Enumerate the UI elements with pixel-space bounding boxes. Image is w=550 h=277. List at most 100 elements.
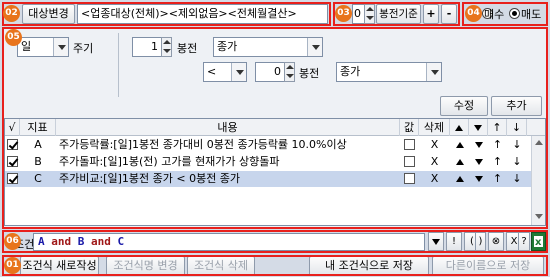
table-row[interactable]: B 주가돌파:[일]1봉(전) 고가를 현재가가 상향돌파 X ↑ ↓ bbox=[5, 154, 532, 170]
table-header: √ 지표 내용 값 삭제 ↑ ↓ bbox=[5, 119, 545, 136]
row-checkbox[interactable] bbox=[7, 173, 18, 184]
panel-divider bbox=[118, 33, 119, 97]
cycle-label: 주기 bbox=[73, 42, 94, 55]
period-select[interactable]: 일 bbox=[17, 37, 69, 57]
plus-button[interactable]: + bbox=[423, 4, 439, 24]
clear-circle-button[interactable]: ⊗ bbox=[488, 232, 504, 251]
row-move-top-button[interactable] bbox=[450, 137, 469, 153]
formula-token: A bbox=[38, 235, 45, 248]
badge-04: 04 bbox=[465, 5, 482, 22]
move-bottom-icon bbox=[474, 159, 483, 165]
new-condition-button[interactable]: 조건식 새로작성 bbox=[20, 256, 99, 276]
condition-table: √ 지표 내용 값 삭제 ↑ ↓ A 주가등락률:[일]1봉전 종가대비 0봉전… bbox=[4, 118, 546, 226]
move-bottom-icon bbox=[474, 142, 483, 148]
row-content: 주가비교:[일]1봉전 종가 < 0봉전 종가 bbox=[59, 172, 241, 185]
chevron-down-icon bbox=[307, 38, 322, 56]
save-my-condition-button[interactable]: 내 조건식으로 저장 bbox=[309, 256, 429, 276]
operator-select[interactable]: < bbox=[203, 62, 247, 82]
move-top-icon bbox=[455, 159, 464, 165]
scroll-down-arrow-icon[interactable] bbox=[535, 214, 543, 219]
row-value-checkbox[interactable] bbox=[404, 156, 415, 167]
col-content: 내용 bbox=[56, 119, 400, 136]
n-bong2-spinner[interactable] bbox=[284, 62, 295, 82]
row-move-down-button[interactable]: ↓ bbox=[507, 137, 527, 153]
row-content: 주가돌파:[일]1봉(전) 고가를 현재가가 상향돌파 bbox=[59, 155, 280, 168]
row-id: A bbox=[34, 138, 42, 151]
n-bong2-value: 0 bbox=[274, 65, 281, 78]
col-indicator: 지표 bbox=[20, 119, 56, 136]
n-bong-value: 1 bbox=[151, 40, 158, 53]
excel-x-mark: x bbox=[535, 237, 542, 248]
save-as-button[interactable]: 다른이름으로 저장 bbox=[432, 256, 544, 276]
chevron-down-icon bbox=[432, 239, 440, 245]
formula-token: C bbox=[117, 235, 125, 248]
n-bong2-input[interactable]: 0 bbox=[255, 62, 285, 82]
row-move-top-button[interactable] bbox=[450, 154, 469, 170]
chevron-down-icon bbox=[231, 63, 246, 81]
row-move-bottom-button[interactable] bbox=[469, 154, 488, 170]
target-change-button[interactable]: 대상변경 bbox=[22, 4, 75, 24]
bong-count-spinner[interactable] bbox=[364, 4, 375, 24]
badge-06: 06 bbox=[4, 233, 21, 250]
close-paren-button[interactable]: ) bbox=[475, 232, 486, 251]
price2-value: 종가 bbox=[340, 65, 361, 78]
price2-select[interactable]: 종가 bbox=[336, 62, 442, 82]
sell-label: 매도 bbox=[521, 8, 542, 21]
bong-base-button[interactable]: 봉전기준 bbox=[376, 4, 421, 24]
move-top-icon bbox=[455, 142, 464, 148]
not-button[interactable]: ! bbox=[446, 232, 462, 251]
row-move-up-button[interactable]: ↑ bbox=[488, 171, 507, 187]
help-button[interactable]: ? bbox=[518, 232, 530, 251]
add-button[interactable]: 추가 bbox=[491, 96, 542, 116]
minus-button[interactable]: - bbox=[441, 4, 457, 24]
row-id: C bbox=[34, 172, 42, 185]
target-text-field[interactable]: <업종대상(전체)><제외없음><전체월결산> bbox=[77, 4, 328, 24]
col-move-down: ↓ bbox=[507, 119, 527, 136]
table-row[interactable]: A 주가등락률:[일]1봉전 종가대비 0봉전 종가등락률 10.0%이상 X … bbox=[5, 137, 532, 153]
row-value-checkbox[interactable] bbox=[404, 173, 415, 184]
row-move-down-button[interactable]: ↓ bbox=[507, 171, 527, 187]
bong2-label: 봉전 bbox=[299, 67, 320, 80]
modify-button[interactable]: 수정 bbox=[440, 96, 488, 116]
badge-03: 03 bbox=[335, 5, 352, 22]
row-move-top-button[interactable] bbox=[450, 171, 469, 187]
formula-input[interactable]: A and B and C bbox=[33, 233, 425, 251]
row-delete-button[interactable]: X bbox=[419, 154, 450, 170]
row-move-bottom-button[interactable] bbox=[469, 171, 488, 187]
move-bottom-icon bbox=[474, 176, 483, 182]
target-text: <업종대상(전체)><제외없음><전체월결산> bbox=[81, 7, 297, 20]
row-value-checkbox[interactable] bbox=[404, 139, 415, 150]
chevron-down-icon bbox=[426, 63, 441, 81]
col-check: √ bbox=[5, 119, 20, 136]
badge-01: 01 bbox=[4, 257, 21, 274]
excel-icon[interactable]: x bbox=[531, 232, 546, 251]
move-top-icon bbox=[455, 176, 464, 182]
sell-radio[interactable] bbox=[509, 8, 520, 19]
n-bong-spinner[interactable] bbox=[161, 37, 172, 57]
col-move-top bbox=[450, 119, 469, 136]
bong-label: 봉전 bbox=[177, 42, 198, 55]
rename-condition-button[interactable]: 조건식명 변경 bbox=[106, 256, 185, 276]
table-row-selected[interactable]: C 주가비교:[일]1봉전 종가 < 0봉전 종가 X ↑ ↓ bbox=[5, 171, 532, 187]
row-move-down-button[interactable]: ↓ bbox=[507, 154, 527, 170]
price-select[interactable]: 종가 bbox=[213, 37, 323, 57]
row-delete-button[interactable]: X bbox=[419, 137, 450, 153]
move-bottom-icon bbox=[474, 125, 482, 131]
price-value: 종가 bbox=[217, 40, 238, 53]
row-move-up-button[interactable]: ↑ bbox=[488, 137, 507, 153]
scroll-up-arrow-icon[interactable] bbox=[535, 140, 543, 145]
delete-condition-button[interactable]: 조건식 삭제 bbox=[187, 256, 255, 276]
formula-dropdown-button[interactable] bbox=[428, 232, 444, 251]
col-move-bottom bbox=[469, 119, 488, 136]
badge-05: 05 bbox=[5, 29, 22, 46]
table-scrollbar[interactable] bbox=[531, 136, 545, 225]
buy-label: 매수 bbox=[484, 8, 505, 21]
row-move-up-button[interactable]: ↑ bbox=[488, 154, 507, 170]
row-checkbox[interactable] bbox=[7, 156, 18, 167]
operator-value: < bbox=[207, 65, 217, 78]
formula-token: and bbox=[84, 235, 118, 248]
row-delete-button[interactable]: X bbox=[419, 171, 450, 187]
row-move-bottom-button[interactable] bbox=[469, 137, 488, 153]
n-bong-input[interactable]: 1 bbox=[132, 37, 162, 57]
row-checkbox[interactable] bbox=[7, 139, 18, 150]
